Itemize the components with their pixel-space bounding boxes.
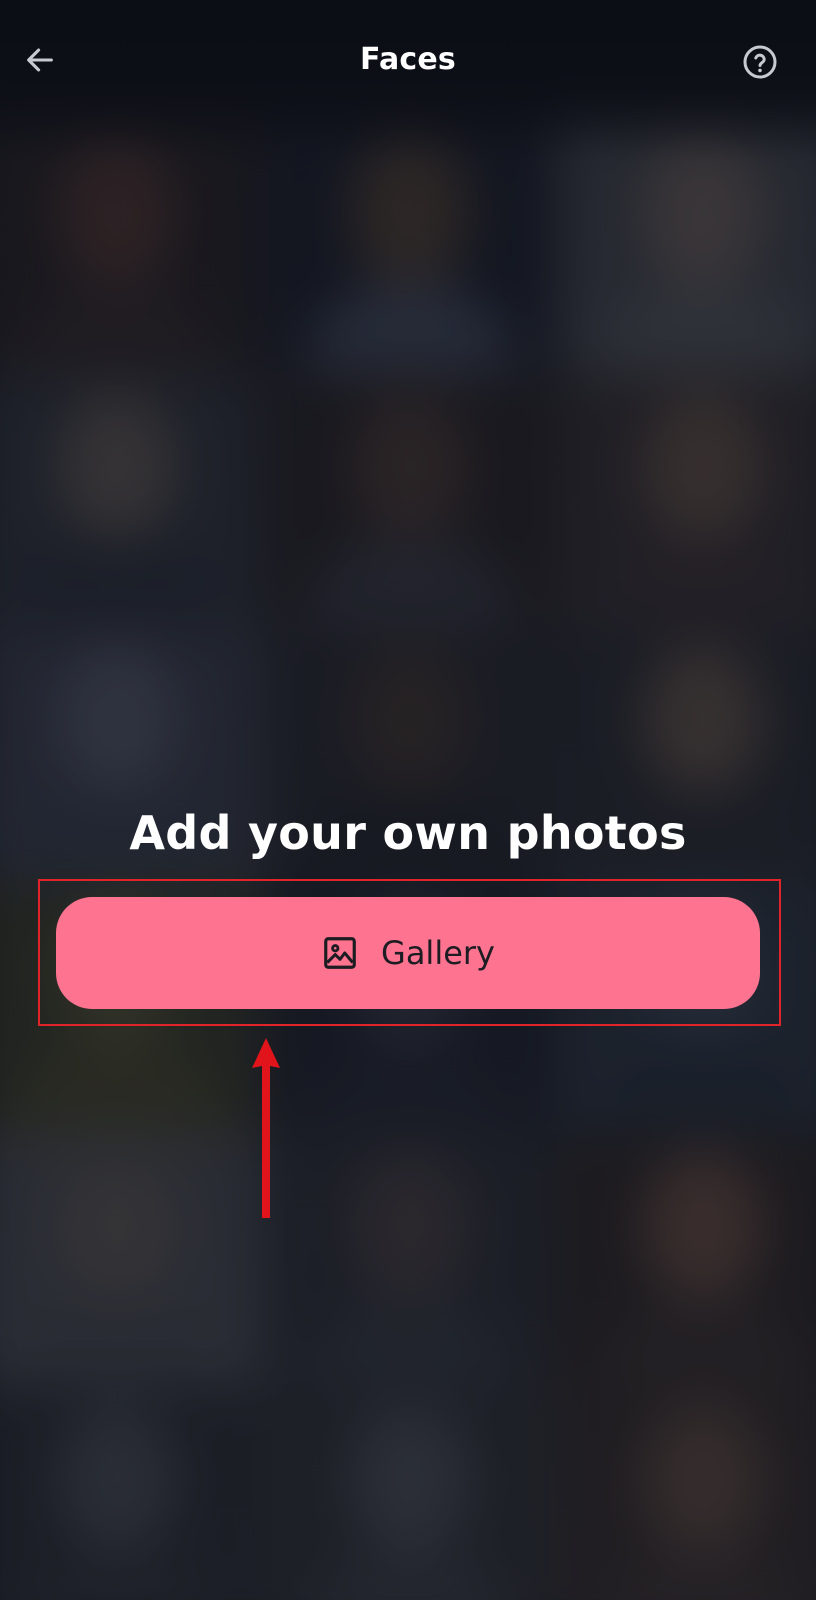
gallery-button[interactable]: Gallery — [56, 897, 760, 1009]
faces-screen: Faces Add your own photos Gallery — [0, 0, 816, 1600]
arrow-up-annotation-icon — [252, 1038, 280, 1218]
dark-overlay — [0, 0, 816, 1600]
help-button[interactable] — [740, 42, 780, 82]
gallery-button-label: Gallery — [381, 934, 495, 972]
add-photos-heading: Add your own photos — [129, 806, 687, 860]
help-circle-icon — [743, 45, 777, 79]
image-icon — [321, 934, 359, 972]
app-header: Faces — [0, 0, 816, 124]
page-title: Faces — [360, 42, 456, 77]
